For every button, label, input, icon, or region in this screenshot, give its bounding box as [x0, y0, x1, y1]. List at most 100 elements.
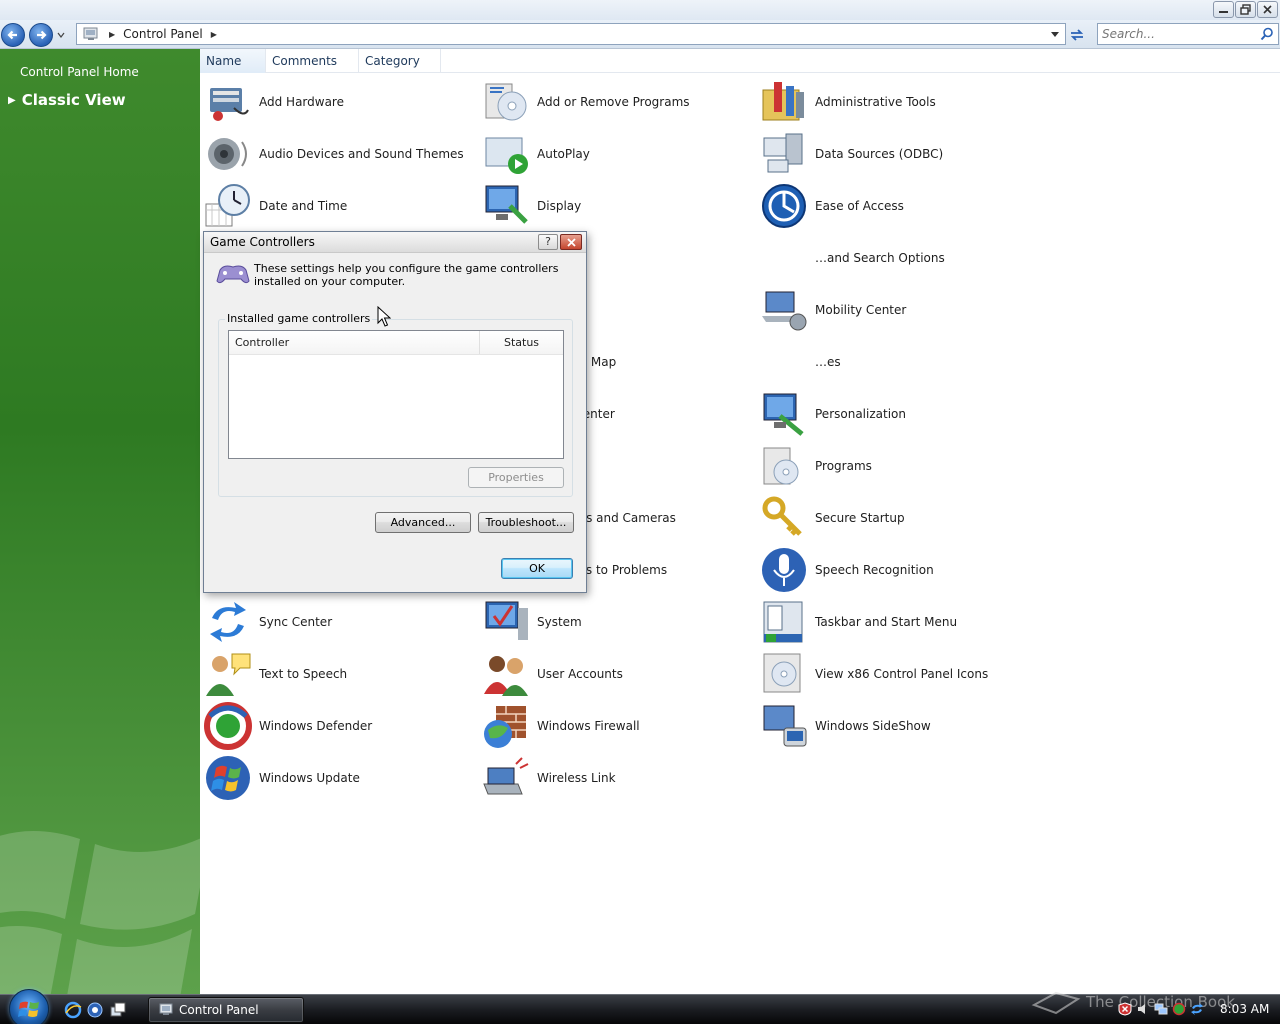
- windows-update-icon: [206, 756, 250, 800]
- installed-controllers-label: Installed game controllers: [225, 312, 373, 325]
- clock[interactable]: 8:03 AM: [1220, 1002, 1269, 1016]
- item-label: View x86 Control Panel Icons: [815, 667, 989, 681]
- control-panel-item[interactable]: System: [482, 596, 582, 648]
- item-label: Text to Speech: [259, 667, 348, 681]
- dialog-close-button[interactable]: [560, 234, 582, 250]
- back-button[interactable]: [1, 23, 25, 47]
- windows-defender-icon: [204, 702, 252, 750]
- control-panel-item[interactable]: Add or Remove Programs: [482, 76, 690, 128]
- task-pane: Control Panel Home ▶ Classic View: [0, 49, 200, 994]
- control-panel-item[interactable]: …and Search Options: [760, 232, 945, 284]
- item-label: Data Sources (ODBC): [815, 147, 944, 161]
- ok-button[interactable]: OK: [501, 558, 573, 579]
- address-dropdown-icon[interactable]: [1049, 28, 1061, 40]
- item-label: Add or Remove Programs: [537, 95, 690, 109]
- control-panel-item[interactable]: Ease of Access: [760, 180, 904, 232]
- control-panel-item[interactable]: Audio Devices and Sound Themes: [204, 128, 464, 180]
- refresh-icon[interactable]: [1068, 26, 1086, 44]
- controllers-list[interactable]: Controller Status: [228, 330, 564, 459]
- item-label: Audio Devices and Sound Themes: [259, 147, 464, 161]
- classic-view-link[interactable]: ▶ Classic View: [8, 91, 126, 109]
- control-panel-item[interactable]: Wireless Link: [482, 752, 616, 804]
- properties-button[interactable]: Properties: [468, 467, 564, 488]
- column-status[interactable]: Status: [480, 331, 563, 354]
- close-icon: [566, 237, 576, 247]
- mouse-cursor-icon: [377, 306, 391, 327]
- forward-button[interactable]: [29, 23, 53, 47]
- column-controller[interactable]: Controller: [229, 331, 480, 354]
- volume-icon[interactable]: [1136, 1002, 1150, 1016]
- advanced-button[interactable]: Advanced...: [375, 512, 471, 533]
- taskbar-control-panel-button[interactable]: Control Panel: [148, 997, 304, 1023]
- item-label: …and Search Options: [815, 251, 945, 265]
- control-panel-item[interactable]: Windows Defender: [204, 700, 372, 752]
- hidden-icon: [760, 338, 808, 386]
- defender-tray-icon[interactable]: [1172, 1002, 1186, 1016]
- troubleshoot-button[interactable]: Troubleshoot...: [478, 512, 574, 533]
- programs-icon: [763, 447, 799, 485]
- control-panel-item[interactable]: Programs: [760, 440, 872, 492]
- system-tray: [1118, 1002, 1204, 1016]
- control-panel-item[interactable]: Personalization: [760, 388, 906, 440]
- restore-button[interactable]: [1235, 1, 1256, 18]
- item-label: Personalization: [815, 407, 906, 421]
- control-panel-item[interactable]: Windows Firewall: [482, 700, 640, 752]
- control-panel-item[interactable]: Date and Time: [204, 180, 347, 232]
- media-center-icon[interactable]: [86, 1001, 104, 1019]
- control-panel-item[interactable]: Text to Speech: [204, 648, 347, 700]
- dialog-help-button[interactable]: ?: [538, 234, 558, 250]
- breadcrumb-separator-icon[interactable]: ▶: [211, 30, 217, 39]
- arrow-right-icon: ▶: [8, 94, 16, 106]
- control-panel-item[interactable]: Data Sources (ODBC): [760, 128, 943, 180]
- minimize-icon: [1219, 11, 1228, 13]
- control-panel-item[interactable]: Display: [482, 180, 581, 232]
- control-panel-item[interactable]: Taskbar and Start Menu: [760, 596, 957, 648]
- control-panel-item[interactable]: Secure Startup: [760, 492, 905, 544]
- item-label: Windows Update: [259, 771, 360, 785]
- control-panel-home-link[interactable]: Control Panel Home: [20, 65, 139, 79]
- search-icon[interactable]: [1260, 27, 1274, 41]
- restore-icon: [1240, 4, 1251, 15]
- control-panel-item[interactable]: View x86 Control Panel Icons: [760, 648, 988, 700]
- autoplay-icon: [485, 137, 528, 174]
- item-label: System: [537, 615, 582, 629]
- address-bar: ▶ Control Panel ▶: [0, 20, 1280, 49]
- column-comments[interactable]: Comments: [266, 49, 359, 73]
- control-panel-item[interactable]: AutoPlay: [482, 128, 590, 180]
- add-remove-programs-icon: [485, 83, 527, 121]
- control-panel-item[interactable]: Add Hardware: [204, 76, 344, 128]
- internet-explorer-icon[interactable]: [64, 1001, 82, 1019]
- dialog-intro: These settings help you configure the ga…: [216, 262, 574, 288]
- taskbar-button-label: Control Panel: [179, 1003, 259, 1017]
- keys-icon: [762, 496, 802, 536]
- address-box[interactable]: ▶ Control Panel ▶: [76, 23, 1066, 45]
- breadcrumb-control-panel[interactable]: Control Panel: [123, 27, 203, 41]
- recent-pages-dropdown[interactable]: [56, 30, 66, 40]
- control-panel-item[interactable]: …es: [760, 336, 841, 388]
- search-box[interactable]: [1097, 23, 1279, 45]
- control-panel-item[interactable]: Sync Center: [204, 596, 332, 648]
- control-panel-item[interactable]: Windows SideShow: [760, 700, 931, 752]
- column-category[interactable]: Category: [359, 49, 441, 73]
- network-icon[interactable]: [1154, 1002, 1168, 1016]
- control-panel-item[interactable]: Administrative Tools: [760, 76, 936, 128]
- game-controllers-dialog: Game Controllers ? These settings help y…: [203, 231, 587, 593]
- clock-calendar-icon: [205, 184, 250, 227]
- column-header-bar: Name Comments Category: [200, 49, 1280, 73]
- close-button[interactable]: [1257, 1, 1278, 18]
- control-panel-item[interactable]: Windows Update: [204, 752, 360, 804]
- sync-tray-icon[interactable]: [1190, 1002, 1204, 1016]
- minimize-button[interactable]: [1213, 1, 1234, 18]
- control-panel-item[interactable]: Mobility Center: [760, 284, 906, 336]
- wireless-link-icon: [483, 757, 529, 795]
- switch-windows-icon[interactable]: [109, 1001, 127, 1019]
- window-titlebar: [0, 0, 1280, 20]
- column-name[interactable]: Name: [200, 49, 266, 73]
- control-panel-item[interactable]: Speech Recognition: [760, 544, 934, 596]
- control-panel-icon: [159, 1003, 173, 1015]
- search-input[interactable]: [1102, 27, 1252, 41]
- start-button[interactable]: [9, 989, 49, 1024]
- control-panel-item[interactable]: User Accounts: [482, 648, 623, 700]
- security-alert-icon[interactable]: [1118, 1002, 1132, 1016]
- dialog-title: Game Controllers: [210, 235, 315, 249]
